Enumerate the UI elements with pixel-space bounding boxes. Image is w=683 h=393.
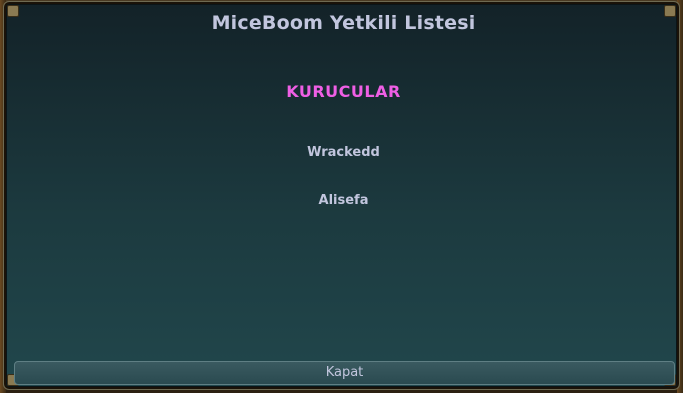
staff-list-dialog: MiceBoom Yetkili Listesi KURUCULAR Wrack…: [3, 1, 680, 390]
game-backdrop: MiceBoom Yetkili Listesi KURUCULAR Wrack…: [0, 0, 683, 393]
close-button[interactable]: Kapat: [14, 361, 675, 385]
staff-member-name: Wrackedd: [307, 145, 380, 160]
dialog-title: MiceBoom Yetkili Listesi: [211, 12, 476, 34]
founders-heading: KURUCULAR: [286, 82, 401, 101]
staff-member-name: Alisefa: [318, 193, 369, 208]
